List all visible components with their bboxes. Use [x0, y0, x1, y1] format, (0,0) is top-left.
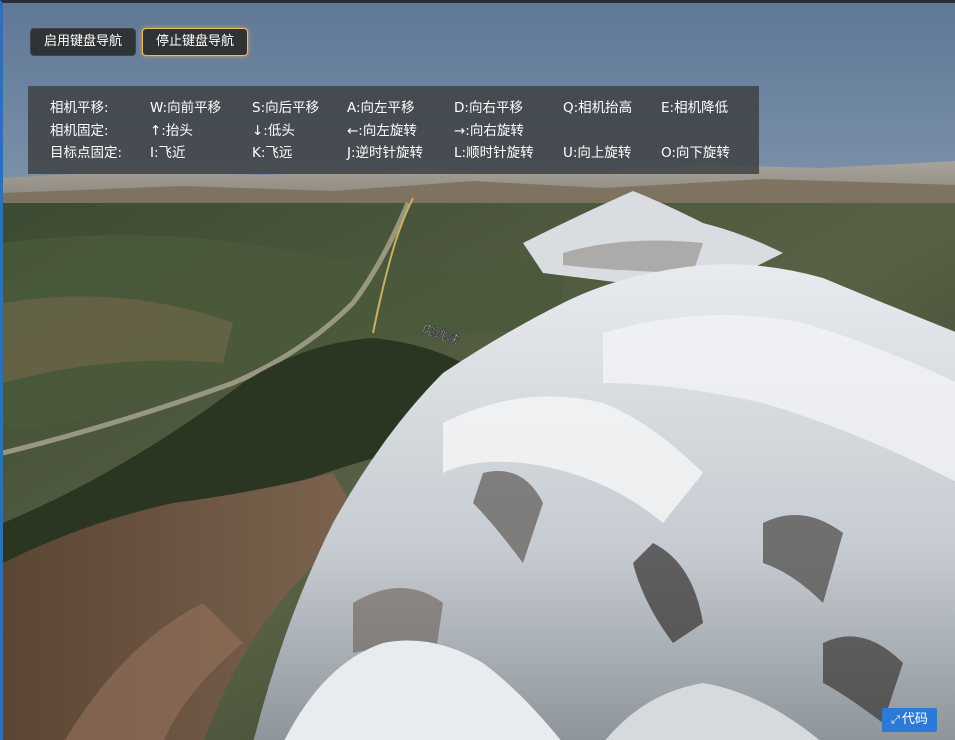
help-item: D:向右平移 [454, 100, 523, 116]
help-item: J:逆时针旋转 [347, 145, 424, 161]
help-row-title: 相机固定: [50, 123, 109, 139]
help-row-title: 目标点固定: [50, 145, 123, 161]
help-item: O:向下旋转 [661, 145, 730, 161]
disable-keyboard-nav-button[interactable]: 停止键盘导航 [142, 28, 248, 56]
help-item: ↑:抬头 [150, 123, 193, 139]
help-item: E:相机降低 [661, 100, 729, 116]
help-item: W:向前平移 [150, 100, 222, 116]
help-item: K:飞远 [252, 145, 293, 161]
help-item: ↓:低头 [252, 123, 295, 139]
help-item: Q:相机抬高 [563, 100, 633, 116]
keyboard-help-panel: 相机平移: W:向前平移 S:向后平移 A:向左平移 D:向右平移 Q:相机抬高… [28, 86, 759, 174]
map-viewer[interactable]: 虎跳峡 启用键盘导航 停止键盘导航 相机平移: W:向前平移 S:向后平移 A:… [0, 0, 955, 740]
help-item: I:飞近 [150, 145, 186, 161]
help-item: →:向右旋转 [454, 123, 524, 139]
help-item: S:向后平移 [252, 100, 320, 116]
help-item: A:向左平移 [347, 100, 415, 116]
expand-icon: ⤢ [891, 713, 900, 726]
view-code-button[interactable]: ⤢ 代码 [882, 708, 937, 732]
help-item: L:顺时针旋转 [454, 145, 534, 161]
view-code-label: 代码 [901, 712, 928, 727]
help-item: ←:向左旋转 [347, 123, 417, 139]
enable-keyboard-nav-button[interactable]: 启用键盘导航 [30, 28, 136, 56]
help-row-title: 相机平移: [50, 100, 109, 116]
help-item: U:向上旋转 [563, 145, 632, 161]
